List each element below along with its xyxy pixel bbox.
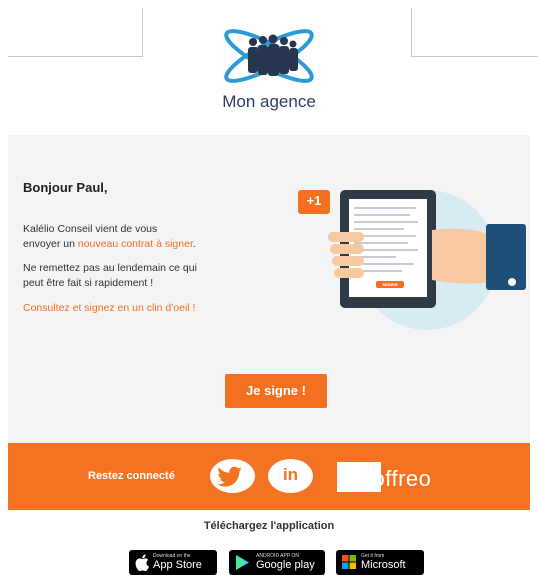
message-line-3: Ne remettez pas au lendemain ce qui (23, 262, 197, 274)
stay-connected-label: Restez connecté (88, 470, 175, 482)
contract-link[interactable]: nouveau contrat à signer (78, 238, 193, 250)
agency-name: Mon agence (222, 92, 316, 111)
message-line-2-end: . (192, 238, 196, 250)
linkedin-icon: in (282, 465, 299, 484)
notification-badge: +1 (306, 193, 322, 208)
consult-link[interactable]: Consultez et signez en un clin d'oeil ! (23, 301, 195, 316)
twitter-icon (217, 466, 242, 487)
header-left-rule (8, 56, 142, 57)
apple-icon (135, 554, 149, 571)
header-right-rule (411, 56, 538, 57)
header-right-vertical (411, 8, 412, 57)
message-line-2: envoyer un (23, 238, 78, 250)
header-left-vertical (142, 8, 143, 57)
tablet-sign-label: SIGNER (382, 282, 398, 287)
linkedin-button[interactable]: in (268, 459, 313, 493)
google-play-badge[interactable]: ANDROID APP ON Google play (229, 550, 325, 575)
message-line-1: Kalélio Conseil vient de vous (23, 223, 158, 235)
download-title: Téléchargez l'application (203, 520, 335, 532)
app-store-badge[interactable]: Download on the App Store (129, 550, 217, 575)
greeting: Bonjour Paul, (23, 180, 108, 195)
coffreo-logo[interactable]: coffreo (361, 466, 431, 492)
twitter-button[interactable] (210, 459, 255, 493)
microsoft-store-badge[interactable]: Get it from Microsoft (336, 550, 424, 575)
google-play-text: Google play (256, 559, 315, 571)
play-icon (236, 555, 249, 570)
agency-logo (224, 29, 314, 83)
microsoft-text: Microsoft (361, 559, 406, 571)
message-paragraph-2: Ne remettez pas au lendemain ce qui peut… (23, 261, 197, 291)
windows-icon (342, 555, 356, 569)
app-store-text: App Store (153, 559, 202, 571)
message-line-4: peut être fait si rapidement ! (23, 277, 154, 289)
message-paragraph-1: Kalélio Conseil vient de vous envoyer un… (23, 222, 196, 252)
sign-button[interactable]: Je signe ! (225, 374, 327, 408)
